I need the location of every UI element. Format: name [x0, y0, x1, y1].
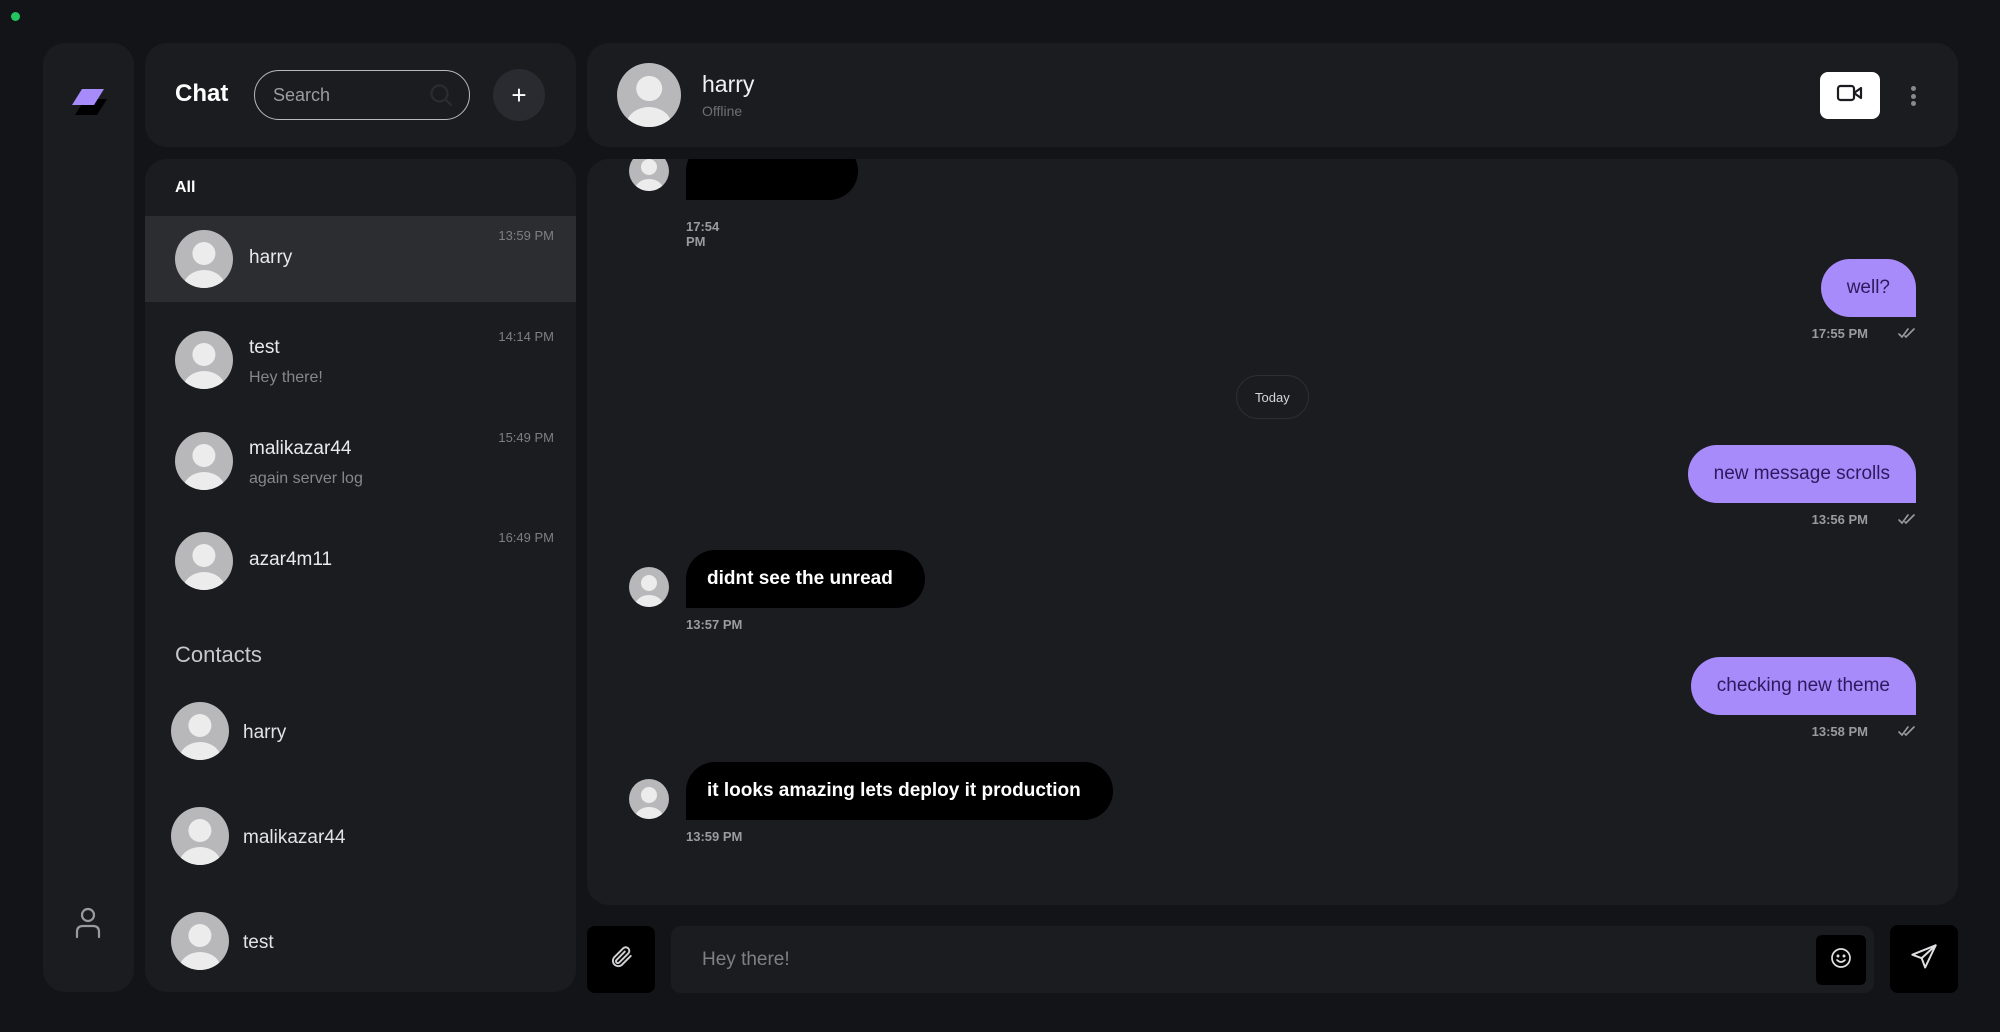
contacts-heading: Contacts	[175, 642, 262, 667]
conversation-list: All harry 13:59 PM test Hey there! 14:14…	[145, 159, 576, 992]
message-time: 13:59 PM	[686, 829, 743, 844]
read-receipt-icon	[1898, 726, 1915, 737]
read-receipt-icon	[1898, 328, 1915, 339]
peer-avatar[interactable]	[617, 63, 681, 127]
smiley-icon	[1830, 947, 1852, 974]
paperclip-icon	[608, 944, 634, 975]
conversation-time: 16:49 PM	[498, 530, 554, 545]
chat-title: Chat	[175, 80, 229, 107]
conversation-item[interactable]: test Hey there! 14:14 PM	[145, 317, 576, 403]
message-time: 13:58 PM	[1811, 724, 1868, 739]
contact-name: malikazar44	[243, 827, 346, 848]
conversation-item[interactable]: malikazar44 again server log 15:49 PM	[145, 418, 576, 504]
chat-list-header: Chat +	[145, 43, 576, 147]
conversation-item[interactable]: harry 13:59 PM	[145, 216, 576, 302]
avatar	[175, 331, 233, 389]
conversation-preview: again server log	[249, 470, 363, 487]
message-time: 13:56 PM	[1811, 512, 1868, 527]
avatar	[171, 807, 229, 865]
attach-button[interactable]	[587, 926, 655, 993]
avatar	[629, 567, 669, 607]
conversation-name: azar4m11	[249, 549, 333, 570]
search-input[interactable]	[273, 84, 413, 106]
message-bubble	[686, 159, 858, 200]
conversation-preview: Hey there!	[249, 369, 323, 386]
sidebar-rail	[43, 43, 134, 992]
message-bubble: didnt see the unread	[686, 550, 925, 608]
peer-status: Offline	[702, 103, 743, 119]
contact-name: harry	[243, 722, 287, 743]
message-composer	[671, 926, 1874, 993]
new-chat-button[interactable]: +	[493, 69, 545, 121]
status-indicator	[11, 12, 20, 21]
avatar	[629, 159, 669, 191]
conversation-name: test	[249, 337, 280, 358]
message-time: 17:55 PM	[1811, 326, 1868, 341]
contact-item[interactable]: test	[145, 904, 576, 978]
video-camera-icon	[1836, 83, 1864, 108]
conversation-item[interactable]: azar4m11 16:49 PM	[145, 518, 576, 604]
avatar	[175, 230, 233, 288]
conversation-name: malikazar44	[249, 438, 352, 459]
message-bubble: well?	[1820, 259, 1916, 317]
layers-logo-icon[interactable]	[68, 85, 108, 119]
emoji-button[interactable]	[1816, 935, 1866, 985]
chat-header: harry Offline	[587, 43, 1958, 147]
avatar	[171, 702, 229, 760]
message-bubble: new message scrolls	[1687, 445, 1916, 503]
avatar	[175, 532, 233, 590]
user-icon[interactable]	[73, 906, 103, 940]
read-receipt-icon	[1898, 514, 1915, 525]
conversation-name: harry	[249, 247, 293, 268]
search-box[interactable]	[254, 70, 470, 120]
avatar	[171, 912, 229, 970]
message-time: 17:54 PM	[686, 219, 720, 249]
send-button[interactable]	[1890, 925, 1958, 993]
contact-item[interactable]: harry	[145, 694, 576, 768]
avatar	[175, 432, 233, 490]
avatar	[629, 779, 669, 819]
message-bubble: checking new theme	[1690, 657, 1916, 715]
conversation-time: 15:49 PM	[498, 430, 554, 445]
day-separator: Today	[1236, 375, 1309, 419]
more-vertical-icon[interactable]	[1905, 83, 1921, 109]
video-call-button[interactable]	[1820, 72, 1880, 119]
message-time: 13:57 PM	[686, 617, 743, 632]
message-bubble: it looks amazing lets deploy it producti…	[686, 762, 1113, 820]
send-icon	[1910, 943, 1938, 976]
filter-all-tab[interactable]: All	[175, 179, 195, 197]
conversation-time: 14:14 PM	[498, 329, 554, 344]
message-input[interactable]	[702, 926, 1802, 993]
peer-name: harry	[702, 71, 755, 97]
contact-item[interactable]: malikazar44	[145, 799, 576, 873]
message-list[interactable]: 17:54 PM well? 17:55 PM Today new messag…	[587, 159, 1958, 905]
contact-name: test	[243, 932, 274, 953]
search-icon[interactable]	[429, 83, 453, 107]
conversation-time: 13:59 PM	[498, 228, 554, 243]
